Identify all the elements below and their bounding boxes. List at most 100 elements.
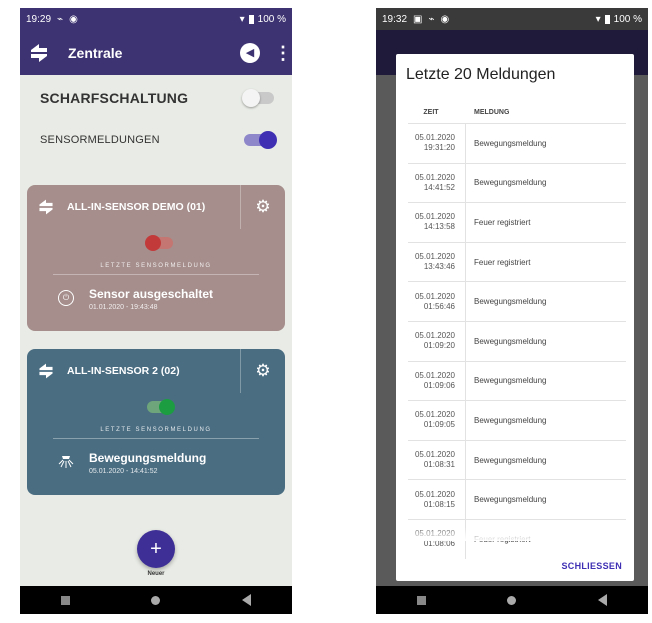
table-row: 05.01.2020 19:31:20 Bewegungsmeldung (408, 123, 626, 163)
status-bar: 19:32 ▣ ⌁ ◉ ▾ 100 % (376, 8, 648, 30)
home-button[interactable] (151, 595, 161, 605)
scharfschaltung-toggle[interactable] (242, 89, 274, 107)
last-event-date: 05.01.2020 - 14:41:52 (89, 468, 158, 475)
last-event-title: Sensor ausgeschaltet (89, 287, 214, 301)
row-timestamp: 05.01.2020 19:31:20 (408, 124, 466, 163)
row-timestamp: 05.01.2020 14:41:52 (408, 163, 466, 203)
battery-level: 100 % (257, 13, 286, 25)
speaker-icon: ◀ (245, 47, 255, 59)
row-timestamp: 05.01.2020 01:08:15 (408, 480, 466, 519)
row-time: 13:43:46 (423, 262, 455, 272)
row-timestamp: 05.01.2020 01:09:05 (408, 401, 466, 440)
wifi-icon: ▾ (595, 13, 601, 25)
row-time: 19:31:20 (423, 143, 455, 153)
gear-icon: ⚙ (255, 361, 271, 380)
row-message: Bewegungsmeldung (474, 376, 547, 386)
row-date: 05.01.2020 (414, 291, 455, 301)
table-header: ZEIT MELDUNG (396, 101, 634, 123)
close-button[interactable]: SCHLIESSEN (561, 561, 622, 571)
add-sensor-button[interactable]: + (137, 530, 175, 568)
row-timestamp: 05.01.2020 01:56:46 (408, 282, 466, 321)
last-event-label: LETZTE SENSORMELDUNG (100, 427, 212, 433)
row-date: 05.01.2020 (414, 252, 455, 262)
column-header-meldung: MELDUNG (474, 108, 510, 116)
sensormeldungen-label: SENSORMELDUNGEN (40, 134, 160, 146)
last-event-date: 01.01.2020 - 19:43:48 (89, 304, 158, 311)
recents-button[interactable] (416, 595, 426, 605)
table-row: 05.01.2020 14:41:52 Bewegungsmeldung (408, 162, 626, 203)
back-button[interactable] (242, 594, 252, 606)
row-message: Bewegungsmeldung (474, 495, 547, 505)
divider (53, 438, 259, 439)
row-message: Bewegungsmeldung (474, 297, 547, 307)
battery-icon (604, 14, 610, 24)
home-button[interactable] (507, 595, 517, 605)
row-message: Bewegungsmeldung (474, 138, 547, 148)
table-row: 05.01.2020 01:08:15 Bewegungsmeldung (408, 479, 626, 519)
recents-button[interactable] (60, 595, 70, 605)
battery-level: 100 % (613, 13, 642, 25)
notification-icon: ◉ (69, 13, 78, 25)
table-row: 05.01.2020 01:08:31 Bewegungsmeldung (408, 439, 626, 480)
sensormeldungen-row: SENSORMELDUNGEN (40, 131, 277, 149)
notification-icon: ⌁ (428, 13, 435, 25)
back-button[interactable] (598, 594, 608, 606)
row-date: 05.01.2020 (414, 489, 455, 499)
row-time: 01:56:46 (423, 301, 455, 311)
sensor-card-title: ALL-IN-SENSOR 2 (02) (67, 365, 180, 377)
navigation-bar (20, 586, 292, 614)
scroll-fade (396, 527, 634, 541)
row-time: 01:08:31 (423, 460, 455, 470)
notification-icon: ▣ (413, 13, 423, 25)
sensor-switch[interactable] (147, 399, 175, 415)
column-header-zeit: ZEIT (423, 108, 439, 116)
table-row: 05.01.2020 01:56:46 Bewegungsmeldung (408, 281, 626, 321)
row-date: 05.01.2020 (414, 410, 455, 420)
status-time: 19:32 (382, 13, 408, 25)
row-message: Bewegungsmeldung (474, 336, 547, 346)
sensor-card[interactable]: ALL-IN-SENSOR DEMO (01) ⚙ LETZTE SENSORM… (27, 185, 285, 331)
row-timestamp: 05.01.2020 14:13:58 (408, 203, 466, 242)
row-date: 05.01.2020 (414, 450, 455, 460)
gear-icon: ⚙ (255, 197, 271, 216)
status-time: 19:29 (26, 13, 52, 25)
sensor-card-title: ALL-IN-SENSOR DEMO (01) (67, 201, 206, 213)
row-time: 01:09:05 (423, 420, 455, 430)
status-bar: 19:29 ⌁ ◉ ▾ 100 % (20, 8, 292, 30)
row-message: Feuer registriert (474, 257, 531, 267)
row-time: 01:08:15 (423, 499, 455, 509)
add-sensor-label: Neuer (147, 571, 165, 577)
row-message: Bewegungsmeldung (474, 455, 547, 465)
sensor-settings-button[interactable]: ⚙ (240, 349, 285, 393)
sensor-card[interactable]: ALL-IN-SENSOR 2 (02) ⚙ LETZTE SENSORMELD… (27, 349, 285, 495)
row-timestamp: 05.01.2020 13:43:46 (408, 242, 466, 282)
last-event-title: Bewegungsmeldung (89, 451, 207, 465)
phone-left-screen: 19:29 ⌁ ◉ ▾ 100 % Zentrale ◀ ⋮ SCHARFSCH… (20, 8, 292, 614)
row-timestamp: 05.01.2020 01:09:06 (408, 361, 466, 401)
scharfschaltung-label: SCHARFSCHALTUNG (40, 90, 189, 106)
row-time: 14:13:58 (423, 222, 455, 232)
sensor-switch[interactable] (145, 235, 173, 251)
sensor-logo-icon (37, 362, 55, 380)
row-time: 14:41:52 (423, 182, 455, 192)
row-date: 05.01.2020 (414, 172, 455, 182)
app-bar: Zentrale ◀ ⋮ (20, 30, 292, 75)
scharfschaltung-row: SCHARFSCHALTUNG (40, 89, 274, 107)
last-event-label: LETZTE SENSORMELDUNG (100, 263, 212, 269)
row-date: 05.01.2020 (414, 133, 455, 143)
messages-table[interactable]: 05.01.2020 19:31:20 Bewegungsmeldung 05.01.… (408, 123, 626, 559)
speaker-button[interactable]: ◀ (240, 42, 260, 63)
plus-icon: + (150, 537, 162, 560)
row-message: Bewegungsmeldung (474, 178, 547, 188)
row-message: Feuer registriert (474, 217, 531, 227)
row-message: Bewegungsmeldung (474, 415, 547, 425)
overflow-menu-button[interactable]: ⋮ (274, 44, 292, 62)
divider (53, 274, 259, 275)
sensor-logo-icon (37, 198, 55, 216)
sensormeldungen-toggle[interactable] (244, 131, 277, 149)
row-date: 05.01.2020 (414, 370, 455, 380)
table-row: 05.01.2020 14:13:58 Feuer registriert (408, 202, 626, 242)
navigation-bar (376, 586, 648, 614)
wifi-icon: ▾ (239, 13, 245, 25)
sensor-settings-button[interactable]: ⚙ (240, 185, 285, 229)
